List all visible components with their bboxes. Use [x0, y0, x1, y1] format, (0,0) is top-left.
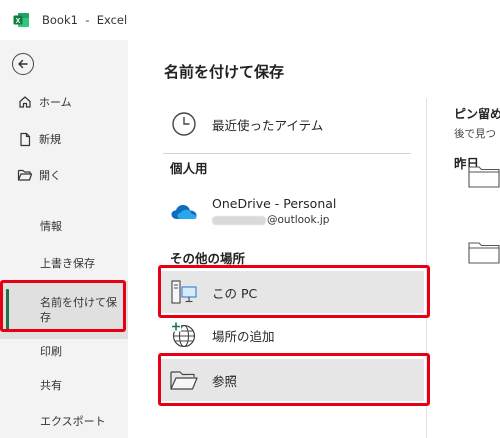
redacted-email [212, 215, 266, 225]
onedrive-account: @outlook.jp [267, 214, 330, 226]
sidebar-item-label: 開く [39, 169, 61, 182]
title-bar: X Book1 - Excel [0, 0, 500, 40]
home-icon [16, 93, 34, 111]
location-label: 場所の追加 [212, 328, 275, 344]
divider [163, 153, 411, 154]
highlight-this-pc [158, 265, 430, 318]
backstage-sidebar: ホーム 新規 開く 情報 上書き保存 名前を付けて保 存 印刷 共有 エクスポー… [0, 40, 128, 438]
page-title: 名前を付けて保存 [164, 63, 285, 81]
svg-text:X: X [16, 18, 21, 25]
sidebar-item-label: 情報 [40, 220, 62, 233]
sidebar-item-home[interactable]: ホーム [0, 87, 128, 117]
sidebar-item-print[interactable]: 印刷 [0, 336, 128, 366]
sidebar-item-label: 印刷 [40, 345, 62, 358]
sidebar-item-label: エクスポート [40, 415, 106, 428]
sidebar-item-open[interactable]: 開く [0, 160, 128, 190]
folder-icon[interactable] [468, 240, 500, 264]
onedrive-label: OneDrive - Personal [212, 196, 337, 211]
sidebar-item-label: 共有 [40, 379, 62, 392]
location-onedrive[interactable]: OneDrive - Personal @outlook.jp [160, 190, 430, 234]
location-add-place[interactable]: 場所の追加 [160, 314, 430, 356]
new-file-icon [16, 130, 34, 148]
sidebar-item-label: 新規 [39, 133, 61, 146]
section-personal: 個人用 [170, 161, 208, 176]
sidebar-item-save[interactable]: 上書き保存 [0, 248, 128, 278]
pinned-subtext: 後で見つ [454, 128, 496, 140]
highlight-browse [158, 353, 430, 406]
sidebar-item-label: ホーム [39, 96, 72, 109]
excel-logo-icon: X [13, 13, 29, 27]
highlight-save-as [0, 280, 126, 332]
location-label: 最近使ったアイテム [212, 117, 324, 133]
back-button[interactable] [12, 53, 34, 75]
location-recent[interactable]: 最近使ったアイテム [160, 103, 430, 145]
globe-add-icon [168, 319, 200, 351]
sidebar-item-share[interactable]: 共有 [0, 370, 128, 400]
open-folder-icon [16, 166, 34, 184]
sidebar-item-new[interactable]: 新規 [0, 124, 128, 154]
folder-icon[interactable] [468, 164, 500, 188]
clock-icon [168, 108, 200, 140]
sidebar-item-export[interactable]: エクスポート [0, 406, 128, 436]
sidebar-item-info[interactable]: 情報 [0, 211, 128, 241]
window-title: Book1 - Excel [42, 13, 128, 27]
sidebar-item-label: 上書き保存 [40, 257, 95, 270]
back-arrow-icon [18, 59, 28, 69]
pinned-heading: ピン留め [454, 107, 500, 121]
onedrive-cloud-icon [168, 196, 200, 228]
